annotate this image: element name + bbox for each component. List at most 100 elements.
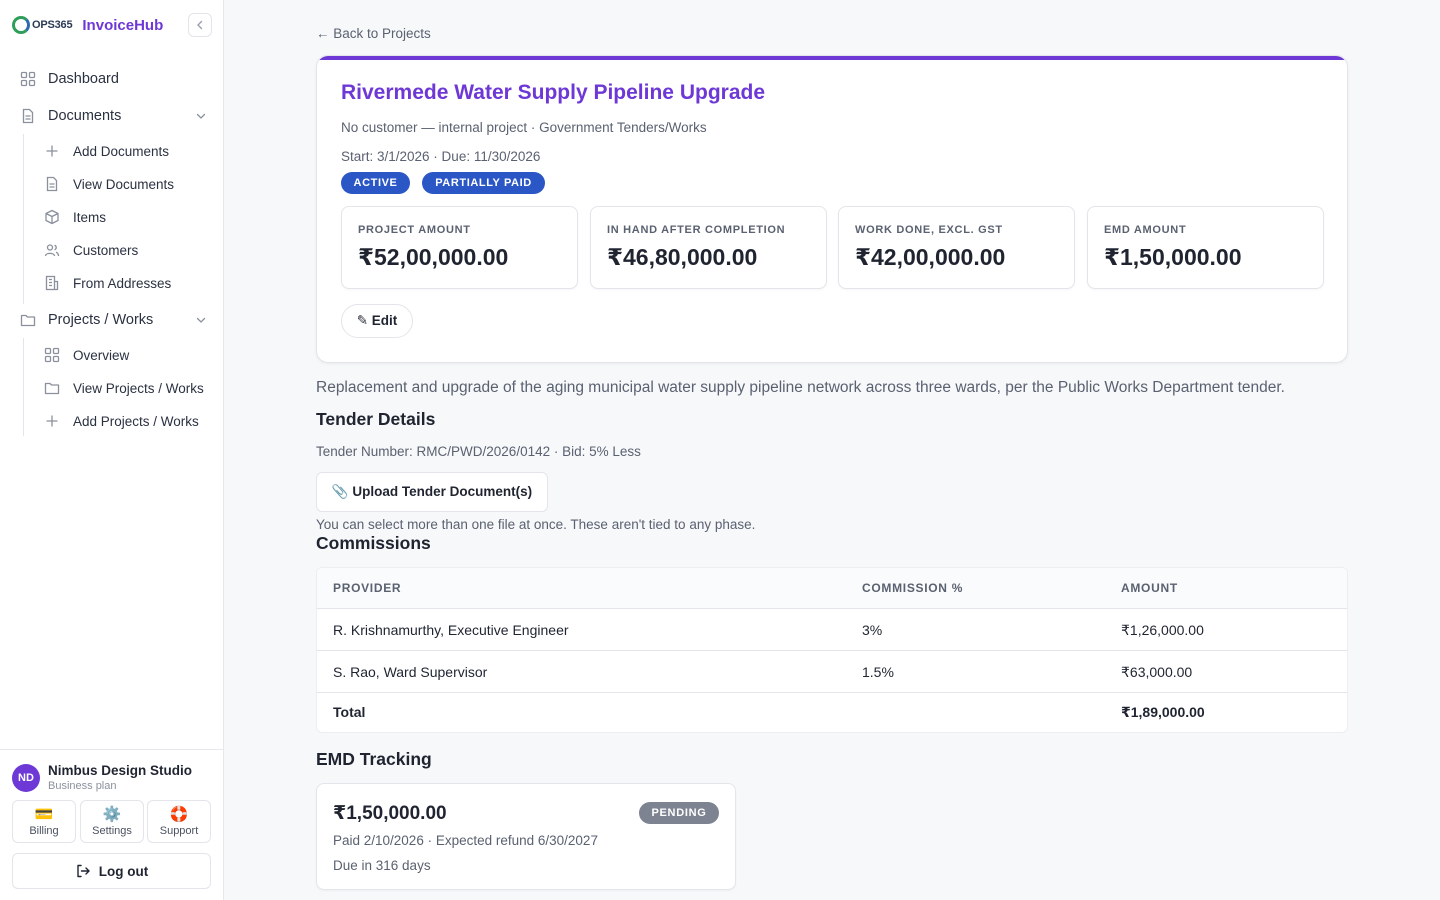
sidebar-item-label: Documents [48,108,122,124]
back-to-projects-link[interactable]: ← Back to Projects [316,26,431,41]
sidebar-item-view-projects[interactable]: View Projects / Works [0,373,224,403]
support-button[interactable]: 🛟 Support [147,800,211,843]
gear-icon: ⚙️ [102,805,122,823]
table-header: PROVIDER COMMISSION % AMOUNT [317,568,1347,609]
sidebar-item-projects-works[interactable]: Projects / Works [0,303,224,337]
table-row: R. Krishnamurthy, Executive Engineer 3% … [317,609,1347,651]
emd-card: ₹1,50,000.00 PENDING Paid 2/10/2026 · Ex… [316,783,736,890]
stat-label: PROJECT AMOUNT [358,224,471,236]
project-dates: Start: 3/1/2026 · Due: 11/30/2026 [341,149,541,164]
settings-label: Settings [92,824,132,837]
logout-icon [77,864,90,878]
cell-amount: ₹1,26,000.00 [1121,622,1204,638]
app-name: InvoiceHub [82,16,164,34]
support-label: Support [159,824,199,837]
grid-icon [44,347,60,363]
page-title: Rivermede Water Supply Pipeline Upgrade [341,81,765,104]
tender-info: Tender Number: RMC/PWD/2026/0142 · Bid: … [316,444,641,459]
edit-project-button[interactable]: ✎ Edit [341,304,413,338]
logo-mark-icon [12,16,30,34]
sidebar-item-add-documents[interactable]: Add Documents [0,136,224,166]
stat-value: ₹52,00,000.00 [358,244,509,270]
sidebar-item-label: Projects / Works [48,312,154,328]
cell-percent: 1.5% [862,664,894,680]
billing-button[interactable]: 💳 Billing [12,800,76,843]
table-row: S. Rao, Ward Supervisor 1.5% ₹63,000.00 [317,651,1347,693]
sidebar-item-dashboard[interactable]: Dashboard [0,62,224,96]
sidebar-item-label: View Documents [73,176,175,192]
logo-text: OPS365 [32,19,73,31]
upload-tender-documents-button[interactable]: 📎 Upload Tender Document(s) [316,472,548,512]
sidebar-footer: ND Nimbus Design Studio Business plan 💳 … [0,749,224,900]
stat-work-done: WORK DONE, EXCL. GST ₹42,00,000.00 [838,206,1075,289]
emd-amount: ₹1,50,000.00 [333,803,447,824]
stat-label: WORK DONE, EXCL. GST [855,224,1003,236]
project-card: Rivermede Water Supply Pipeline Upgrade … [316,55,1348,363]
sidebar-item-label: View Projects / Works [73,380,204,396]
sidebar-item-label: Dashboard [48,71,119,87]
total-amount: ₹1,89,000.00 [1121,704,1205,720]
total-label: Total [333,704,366,720]
lifebuoy-icon: 🛟 [169,805,189,823]
sidebar-item-label: Overview [73,347,130,363]
avatar[interactable]: ND [12,764,40,792]
sidebar-item-label: From Addresses [73,275,172,291]
stat-label: EMD AMOUNT [1104,224,1187,236]
chevron-down-icon [196,113,206,119]
cell-percent: 3% [862,622,883,638]
grid-icon [20,71,36,87]
settings-button[interactable]: ⚙️ Settings [80,800,144,843]
commissions-table: PROVIDER COMMISSION % AMOUNT R. Krishnam… [316,567,1348,733]
stat-project-amount: PROJECT AMOUNT ₹52,00,000.00 [341,206,578,289]
billing-label: Billing [29,824,59,837]
ops365-logo: OPS365 [12,16,73,34]
stat-value: ₹1,50,000.00 [1104,244,1242,270]
brand: OPS365 InvoiceHub [12,12,212,38]
sidebar-item-view-documents[interactable]: View Documents [0,169,224,199]
sidebar-item-from-addresses[interactable]: From Addresses [0,268,224,298]
column-header-provider: PROVIDER [333,581,402,595]
sidebar-item-items[interactable]: Items [0,202,224,232]
logout-button[interactable]: Log out [12,853,211,889]
commissions-heading: Commissions [316,533,431,553]
sidebar-item-customers[interactable]: Customers [0,235,224,265]
users-icon [44,244,60,257]
sidebar-item-overview[interactable]: Overview [0,340,224,370]
account-plan: Business plan [48,780,117,792]
cell-provider: R. Krishnamurthy, Executive Engineer [333,622,569,638]
sidebar-item-add-projects[interactable]: Add Projects / Works [0,406,224,436]
document-icon [22,108,34,124]
stat-emd-amount: EMD AMOUNT ₹1,50,000.00 [1087,206,1324,289]
box-icon [45,209,59,225]
plus-icon [46,145,58,157]
sidebar-item-documents[interactable]: Documents [0,99,224,133]
stat-in-hand: IN HAND AFTER COMPLETION ₹46,80,000.00 [590,206,827,289]
folder-icon [20,314,36,327]
column-header-amount: AMOUNT [1121,581,1178,595]
main-content: ← Back to Projects Rivermede Water Suppl… [224,0,1440,900]
chevron-down-icon [196,317,206,323]
logout-label: Log out [98,863,149,879]
stat-value: ₹42,00,000.00 [855,244,1006,270]
building-icon [45,275,59,291]
emd-tracking-heading: EMD Tracking [316,749,432,769]
table-total-row: Total ₹1,89,000.00 [317,693,1347,732]
status-badge-active: ACTIVE [341,172,410,194]
column-header-commission: COMMISSION % [862,581,964,595]
chevron-left-icon [197,20,203,30]
status-badge-payment: PARTIALLY PAID [422,172,545,194]
collapse-sidebar-button[interactable] [188,13,212,37]
document-icon [46,176,58,192]
sidebar-item-label: Customers [73,242,139,258]
tender-details-heading: Tender Details [316,409,436,429]
project-description: Replacement and upgrade of the aging mun… [316,379,1285,396]
stat-value: ₹46,80,000.00 [607,244,758,270]
folder-icon [44,382,60,395]
project-subtitle: No customer — internal project · Governm… [341,120,707,135]
emd-due-info: Due in 316 days [333,858,431,873]
sidebar: OPS365 InvoiceHub Dashboard Documents Ad… [0,0,224,900]
sidebar-item-label: Add Projects / Works [73,413,199,429]
cell-provider: S. Rao, Ward Supervisor [333,664,488,680]
sidebar-item-label: Items [73,209,107,225]
sidebar-item-label: Add Documents [73,143,170,159]
